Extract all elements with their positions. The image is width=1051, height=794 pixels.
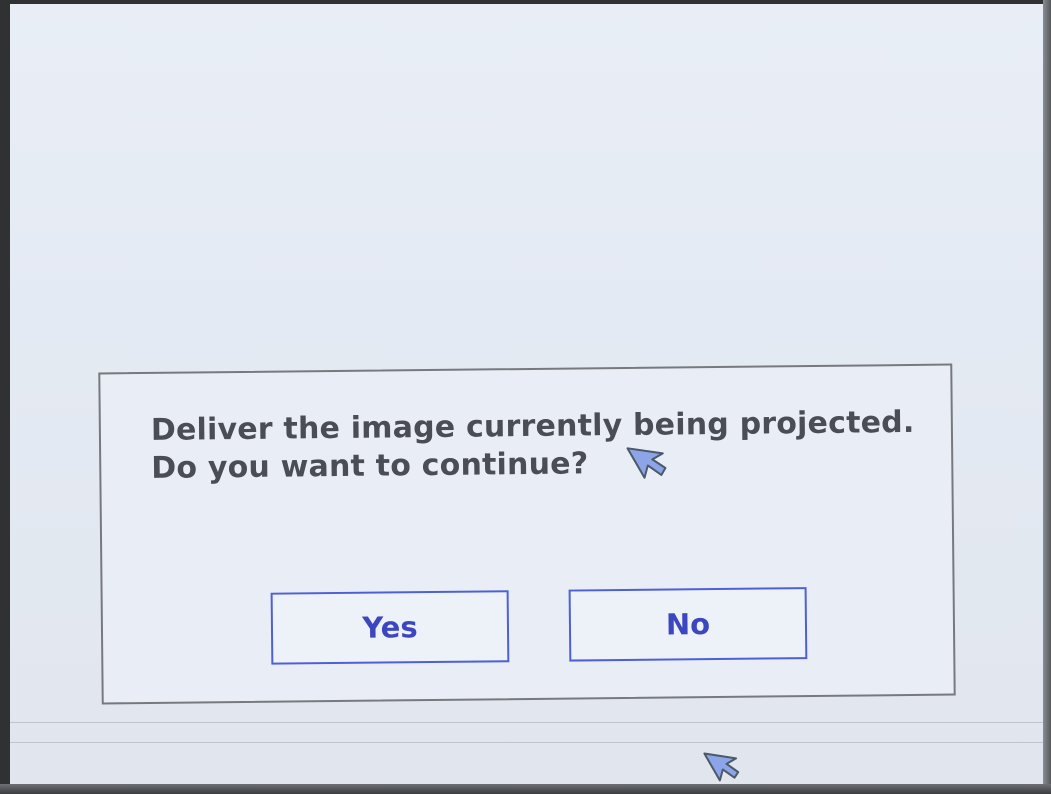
yes-button[interactable]: Yes: [270, 590, 510, 665]
confirmation-dialog: Deliver the image currently being projec…: [98, 363, 956, 705]
no-button[interactable]: No: [568, 587, 808, 662]
monitor-right-bezel: [1043, 0, 1051, 794]
message-line-2: Do you want to continue?: [151, 446, 589, 486]
screen-line: [10, 742, 1044, 743]
screen-line: [10, 722, 1044, 723]
monitor-bottom-bezel: [0, 784, 1051, 794]
dialog-message: Deliver the image currently being projec…: [151, 404, 932, 488]
